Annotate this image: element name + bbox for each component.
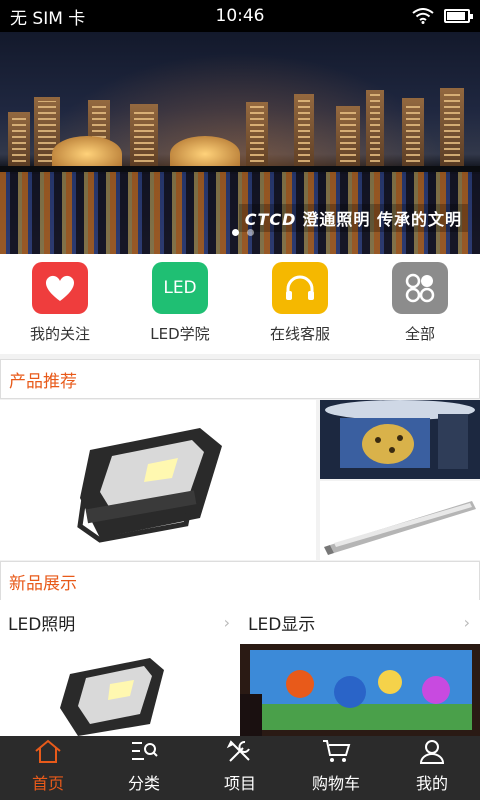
user-icon: [419, 740, 445, 764]
quick-item-all[interactable]: 全部: [360, 254, 480, 354]
tab-label: 项目: [223, 774, 256, 793]
quick-item-label: LED学院: [150, 325, 210, 343]
chevron-right-icon: ›: [463, 612, 470, 632]
section-title-new: 新品展示: [0, 561, 480, 601]
wall-washer-image: [324, 501, 476, 555]
quick-item-support[interactable]: 在线客服: [240, 254, 360, 354]
carousel-dot[interactable]: [232, 229, 239, 236]
carousel-indicator: [232, 229, 254, 236]
tab-label: 我的: [415, 774, 448, 793]
quick-item-led-academy[interactable]: LED LED学院: [120, 254, 240, 354]
chevron-right-icon: ›: [223, 612, 230, 632]
headset-icon: [272, 262, 328, 314]
quick-item-favorites[interactable]: 我的关注: [0, 254, 120, 354]
product-card-display[interactable]: [320, 400, 480, 479]
tab-label: 购物车: [311, 774, 360, 793]
led-icon: LED: [152, 262, 208, 314]
category-led-display[interactable]: LED显示 ›: [240, 600, 480, 736]
category-columns: LED照明 › LED显示 ›: [0, 600, 480, 736]
banner-caption: CTCD 澄通照明 传承的文明: [238, 204, 468, 232]
quick-item-label: 我的关注: [29, 325, 90, 343]
carousel-dot[interactable]: [247, 229, 254, 236]
battery-icon: [444, 9, 473, 23]
tab-profile[interactable]: 我的: [384, 736, 480, 800]
category-title: LED显示: [248, 614, 316, 635]
recommended-products: [0, 400, 480, 560]
tab-home[interactable]: 首页: [0, 736, 96, 800]
brand-logo: CTCD: [244, 210, 297, 229]
banner-carousel[interactable]: CTCD 澄通照明 传承的文明: [0, 32, 480, 254]
clock: 10:46: [215, 6, 265, 26]
category-led-lighting[interactable]: LED照明 ›: [0, 600, 240, 736]
tab-projects[interactable]: 项目: [192, 736, 288, 800]
led-display-image: [320, 400, 480, 479]
quick-item-label: 在线客服: [269, 325, 330, 343]
status-bar: 无 SIM 卡 10:46: [0, 0, 480, 32]
heart-icon: [32, 262, 88, 314]
led-display-wall-image: [240, 644, 480, 736]
wifi-icon: [412, 8, 434, 24]
led-lighting-image: [0, 644, 240, 736]
product-card-wall-washer[interactable]: [320, 481, 480, 560]
quick-item-label: 全部: [404, 325, 435, 343]
tools-icon: [226, 740, 250, 762]
section-title-recommend: 产品推荐: [0, 359, 480, 399]
floodlight-image: [77, 428, 222, 543]
quick-menu: 我的关注 LED LED学院 在线客服 全部: [0, 254, 480, 354]
bottom-tab-bar: 首页 分类 项目 购物车 我的: [0, 736, 480, 800]
grid-icon: [392, 262, 448, 314]
carrier-label: 无 SIM 卡: [10, 8, 86, 29]
category-search-icon: [132, 742, 158, 760]
product-card-floodlight[interactable]: [0, 400, 316, 560]
tab-category[interactable]: 分类: [96, 736, 192, 800]
tab-label: 分类: [127, 774, 160, 793]
cart-icon: [323, 740, 351, 762]
home-icon: [35, 739, 61, 763]
tab-label: 首页: [31, 774, 64, 793]
tab-cart[interactable]: 购物车: [288, 736, 384, 800]
category-title: LED照明: [8, 614, 76, 635]
